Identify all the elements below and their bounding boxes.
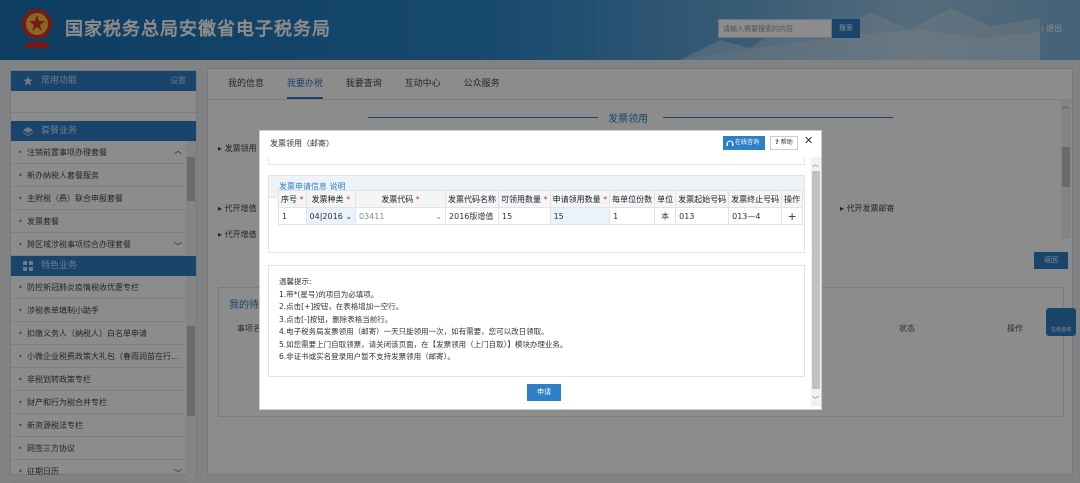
- col-action: 操作: [781, 190, 804, 208]
- col-code-name: 发票代码名称: [445, 190, 500, 208]
- tips-title: 温馨提示:: [279, 277, 312, 286]
- cell-code-name: 2016版增值: [445, 207, 500, 225]
- tip-line: 2.点击[+]按钮，在表格增加一空行。: [279, 302, 404, 311]
- apply-button[interactable]: 申请: [527, 384, 561, 401]
- dialog-title: 发票领用（邮寄）: [270, 139, 334, 148]
- chevron-down-icon: ⌄: [435, 211, 443, 221]
- close-icon[interactable]: ✕: [804, 134, 813, 147]
- cell-end-no: 013—4: [728, 207, 783, 225]
- scroll-down-icon[interactable]: ﹀: [812, 395, 819, 405]
- cell-per-unit: 1: [609, 207, 656, 225]
- tip-line: 6.非证书或实名登录用户暂不支持发票领用（邮寄）。: [279, 352, 455, 361]
- invoice-code-select[interactable]: 03411 ⌄: [355, 207, 447, 225]
- cell-unit: 本: [654, 207, 677, 225]
- chevron-down-icon: ⌄: [345, 211, 353, 221]
- dialog-body: 发票申请信息 说明 序号 * 发票种类 * 发票代码 * 发票代码名称 可领用数…: [268, 157, 807, 403]
- tip-line: 1.带*(星号)的项目为必填项。: [279, 289, 379, 299]
- scroll-up-icon[interactable]: ︿: [812, 159, 819, 169]
- table-header-row: 序号 * 发票种类 * 发票代码 * 发票代码名称 可领用数量 * 申请领用数量…: [278, 190, 804, 208]
- invoice-apply-dialog: 发票领用（邮寄） 在线咨询 ? 帮助 ✕ 发票申请信息 说明 序号 * 发票种类…: [259, 130, 822, 410]
- col-invoice-type: 发票种类 *: [305, 190, 357, 208]
- headset-icon: [726, 140, 734, 146]
- apply-qty-input[interactable]: 15: [549, 207, 611, 225]
- cell-available-qty: 15: [498, 207, 551, 225]
- table-row: 1 04|2016 ⌄ 03411 ⌄ 2016版增值 15 15 1 本 01…: [278, 207, 804, 225]
- dialog-scrollbar[interactable]: ︿ ﹀: [811, 157, 821, 407]
- help-button[interactable]: ? 帮助: [770, 136, 798, 150]
- col-per-unit: 每单位份数: [609, 190, 656, 208]
- online-consult-button[interactable]: 在线咨询: [723, 136, 765, 150]
- cell-start-no: 013: [675, 207, 730, 225]
- col-start-no: 发票起始号码: [675, 190, 730, 208]
- tip-line: 4.电子税务局发票领用（邮寄）一天只能领用一次，如有需要，您可以改日领取。: [279, 327, 549, 336]
- col-apply-qty: 申请领用数量 *: [549, 190, 611, 208]
- invoice-type-select[interactable]: 04|2016 ⌄: [305, 207, 357, 225]
- invoice-table: 序号 * 发票种类 * 发票代码 * 发票代码名称 可领用数量 * 申请领用数量…: [278, 190, 804, 225]
- tip-line: 3.点击[-]按钮，删除表格当前行。: [279, 314, 393, 324]
- col-invoice-code: 发票代码 *: [355, 190, 447, 208]
- cell-index: 1: [278, 207, 307, 225]
- col-unit: 单位: [654, 190, 677, 208]
- add-row-button[interactable]: +: [781, 207, 804, 225]
- tip-line: 5.如您需要上门自取领票，请关闭该页面，在【发票领用（上门自取）】模块办理业务。: [279, 339, 568, 349]
- col-available-qty: 可领用数量 *: [498, 190, 551, 208]
- tips-panel: 温馨提示: 1.带*(星号)的项目为必填项。 2.点击[+]按钮，在表格增加一空…: [268, 265, 805, 377]
- col-end-no: 发票终止号码: [728, 190, 783, 208]
- col-index: 序号 *: [278, 190, 307, 208]
